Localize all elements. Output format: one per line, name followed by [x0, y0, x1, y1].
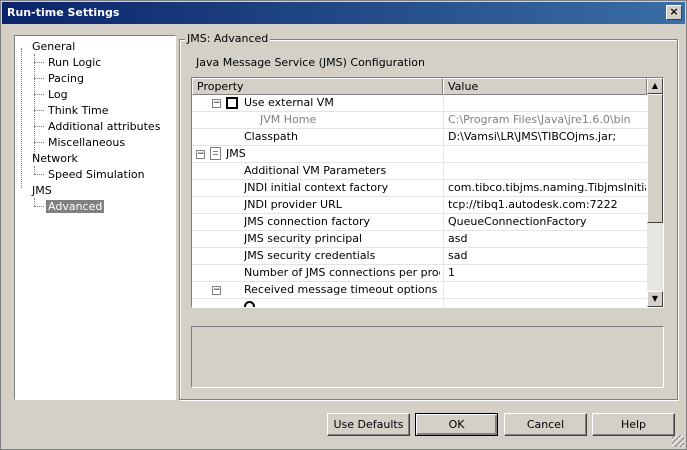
value-cell[interactable]: 1 — [448, 265, 646, 281]
tree-item-additional-attributes[interactable]: Additional attributes — [48, 119, 160, 134]
use-external-vm-checkbox[interactable] — [226, 97, 238, 109]
tree-item-general[interactable]: General — [32, 39, 75, 54]
tree-connector — [34, 174, 44, 175]
column-divider — [443, 146, 444, 163]
value-cell[interactable]: D:\Vamsi\LR\JMS\TIBCOjms.jar; — [448, 129, 646, 145]
property-cell: Use external VM — [244, 96, 334, 109]
title-bar: Run-time Settings × — [2, 2, 685, 24]
property-cell: Additional VM Parameters — [244, 164, 387, 177]
value-cell[interactable]: sad — [448, 248, 646, 264]
column-divider — [443, 214, 444, 231]
table-row[interactable]: − Use external VM — [192, 95, 647, 112]
table-row-partial — [192, 299, 647, 307]
property-cell: JVM Home — [260, 113, 317, 126]
table-row[interactable]: JMS security credentials sad — [192, 248, 647, 265]
property-column-header[interactable]: Property — [192, 78, 443, 95]
property-cell: Classpath — [244, 130, 298, 143]
column-divider — [443, 163, 444, 180]
tree-connector — [34, 78, 44, 79]
use-defaults-button[interactable]: Use Defaults — [327, 413, 410, 436]
value-column-header[interactable]: Value — [443, 78, 647, 95]
table-row[interactable]: JVM Home C:\Program Files\Java\jre1.6.0\… — [192, 112, 647, 129]
column-divider — [443, 299, 444, 307]
property-cell: Number of JMS connections per process — [244, 266, 440, 279]
tree-connector — [34, 94, 44, 95]
tree-item-pacing[interactable]: Pacing — [48, 71, 84, 86]
collapse-icon[interactable]: − — [196, 150, 205, 159]
document-icon — [210, 147, 221, 160]
table-row[interactable]: JNDI initial context factory com.tibco.t… — [192, 180, 647, 197]
table-row[interactable]: JNDI provider URL tcp://tibq1.autodesk.c… — [192, 197, 647, 214]
help-button[interactable]: Help — [592, 413, 675, 436]
ok-button[interactable]: OK — [415, 413, 498, 436]
column-divider — [443, 197, 444, 214]
resize-grip-icon[interactable] — [672, 435, 684, 447]
column-divider — [443, 180, 444, 197]
scroll-thumb[interactable] — [647, 94, 663, 223]
table-row[interactable]: − Received message timeout options — [192, 282, 647, 299]
value-cell[interactable]: C:\Program Files\Java\jre1.6.0\bin — [448, 112, 646, 128]
settings-tree: General Run Logic Pacing Log Think Time … — [14, 35, 176, 400]
table-row[interactable]: − JMS — [192, 146, 647, 163]
column-divider — [443, 248, 444, 265]
grid-header: Property Value — [192, 78, 647, 95]
table-row[interactable]: JMS security principal asd — [192, 231, 647, 248]
property-cell: JMS connection factory — [244, 215, 371, 228]
tree-connector — [34, 166, 35, 174]
scroll-up-icon[interactable]: ▲ — [647, 78, 663, 94]
column-divider — [443, 231, 444, 248]
tree-item-run-logic[interactable]: Run Logic — [48, 55, 101, 70]
property-cell: JNDI initial context factory — [244, 181, 389, 194]
property-cell: JMS security credentials — [244, 249, 376, 262]
value-cell[interactable]: asd — [448, 231, 646, 247]
radio-button-icon[interactable] — [244, 301, 255, 307]
collapse-icon[interactable]: − — [212, 286, 221, 295]
table-row[interactable]: Number of JMS connections per process 1 — [192, 265, 647, 282]
tree-connector — [21, 48, 22, 188]
collapse-icon[interactable]: − — [212, 99, 221, 108]
tree-item-advanced-label: Advanced — [46, 200, 105, 213]
property-grid: Property Value − Use external VM JVM Hom… — [191, 77, 664, 308]
grid-vertical-scrollbar[interactable]: ▲ ▼ — [647, 78, 663, 307]
table-row[interactable]: Classpath D:\Vamsi\LR\JMS\TIBCOjms.jar; — [192, 129, 647, 146]
tree-connector — [34, 62, 44, 63]
table-row[interactable]: JMS connection factory QueueConnectionFa… — [192, 214, 647, 231]
tree-item-network[interactable]: Network — [32, 151, 78, 166]
runtime-settings-dialog: Run-time Settings × General Run Logic Pa… — [0, 0, 687, 450]
tree-item-speed-simulation[interactable]: Speed Simulation — [48, 167, 145, 182]
tree-connector — [34, 206, 44, 207]
description-panel — [191, 326, 664, 388]
tree-connector — [34, 126, 44, 127]
property-cell: JNDI provider URL — [244, 198, 342, 211]
property-cell: Received message timeout options — [244, 283, 438, 296]
column-divider — [443, 95, 444, 112]
tree-connector — [34, 198, 35, 206]
cancel-button[interactable]: Cancel — [504, 413, 587, 436]
column-divider — [443, 112, 444, 129]
tree-connector — [34, 110, 44, 111]
table-row[interactable]: Additional VM Parameters — [192, 163, 647, 180]
tree-item-log[interactable]: Log — [48, 87, 68, 102]
value-cell[interactable]: tcp://tibq1.autodesk.com:7222 — [448, 197, 646, 213]
tree-item-jms[interactable]: JMS — [32, 183, 52, 198]
panel-title: JMS: Advanced — [185, 32, 271, 46]
tree-item-advanced[interactable]: Advanced — [46, 199, 105, 214]
column-divider — [443, 265, 444, 282]
value-cell[interactable]: QueueConnectionFactory — [448, 214, 646, 230]
property-cell: JMS security principal — [244, 232, 363, 245]
window-title: Run-time Settings — [7, 6, 120, 19]
property-cell: JMS — [226, 147, 246, 160]
value-cell[interactable]: com.tibco.tibjms.naming.TibjmsInitia... — [448, 180, 646, 196]
close-icon[interactable]: × — [666, 5, 682, 20]
column-divider — [443, 129, 444, 146]
tree-item-think-time[interactable]: Think Time — [48, 103, 109, 118]
tree-connector — [34, 142, 44, 143]
column-divider — [443, 282, 444, 299]
scroll-down-icon[interactable]: ▼ — [647, 291, 663, 307]
panel-subtitle: Java Message Service (JMS) Configuration — [196, 56, 425, 69]
tree-item-miscellaneous[interactable]: Miscellaneous — [48, 135, 125, 150]
